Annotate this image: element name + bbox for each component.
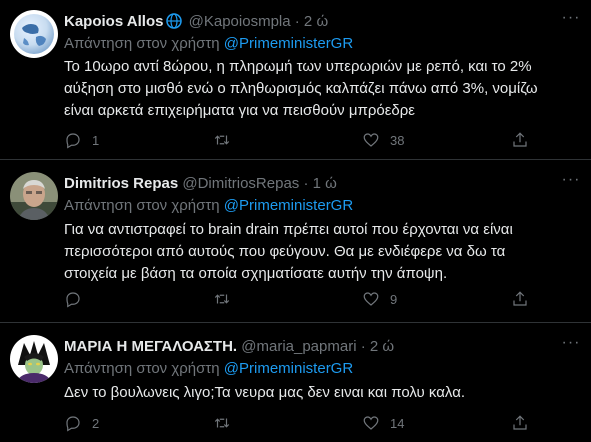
heart-icon xyxy=(363,416,379,430)
tweet-text-line: Δεν το βουλωνεις λιγο;Τα νευρα μας δεν ε… xyxy=(64,384,466,401)
author-handle[interactable]: @DimitriosRepas xyxy=(182,175,299,192)
reply-count: 2 xyxy=(92,415,100,431)
tweet[interactable]: Dimitrios Repas @DimitriosRepas · 1 ώ ··… xyxy=(0,160,591,323)
like-button[interactable]: 14 xyxy=(362,413,472,433)
tweet-text: Για να αντιστραφεί το brain drain πρέπει… xyxy=(64,219,579,285)
reply-bubble-icon xyxy=(66,292,80,308)
action-bar: 2 14 xyxy=(64,413,531,433)
share-icon xyxy=(513,132,527,147)
more-dots-icon[interactable]: ··· xyxy=(561,10,581,32)
share-icon xyxy=(513,415,527,430)
reply-prefix: Απάντηση στον χρήστη xyxy=(64,360,220,377)
author-name[interactable]: ΜΑΡΙΑ Η ΜΕΓΑΛΟΑΣΤΗ. xyxy=(64,338,237,355)
tweet-text-line: περισσότεροι από αυτούς που φεύγουν. Θα … xyxy=(64,243,506,260)
more-dots-icon[interactable]: ··· xyxy=(561,172,581,194)
reply-button[interactable]: 2 xyxy=(64,413,174,433)
author-name[interactable]: Dimitrios Repas xyxy=(64,175,178,192)
reply-button[interactable] xyxy=(64,289,174,309)
reply-mention[interactable]: @PrimeministerGR xyxy=(224,197,353,214)
retweet-icon xyxy=(214,294,230,304)
share-button[interactable] xyxy=(511,413,531,433)
tweet-text: Το 10ωρο αντί 8ώρου, η πληρωμή των υπερω… xyxy=(64,56,579,122)
like-count: 14 xyxy=(390,415,405,431)
tweet-text-line: Για να αντιστραφεί το brain drain πρέπει… xyxy=(64,221,513,238)
like-button[interactable]: 38 xyxy=(362,130,472,150)
reply-context: Απάντηση στον χρήστη @PrimeministerGR xyxy=(64,34,353,54)
reply-mention[interactable]: @PrimeministerGR xyxy=(224,35,353,52)
reply-context: Απάντηση στον χρήστη @PrimeministerGR xyxy=(64,359,353,379)
share-icon xyxy=(513,291,527,306)
tweet[interactable]: ΜΑΡΙΑ Η ΜΕΓΑΛΟΑΣΤΗ. @maria_papmari · 2 ώ… xyxy=(0,323,591,442)
timestamp[interactable]: · 2 ώ xyxy=(361,338,394,355)
avatar[interactable] xyxy=(10,10,58,58)
author-handle[interactable]: @Kapoiosmpla xyxy=(189,13,291,30)
author-name[interactable]: Kapoios Allos xyxy=(64,13,163,30)
like-count: 9 xyxy=(390,291,398,307)
retweet-icon xyxy=(214,418,230,428)
globe-badge-icon xyxy=(166,13,183,35)
reply-bubble-icon xyxy=(66,416,80,432)
heart-icon xyxy=(363,292,379,306)
retweet-button[interactable] xyxy=(213,413,323,433)
tweet-text-line: στοιχεία με βάση τα οποία σχηματίσατε αυ… xyxy=(64,265,448,282)
action-bar: 1 38 xyxy=(64,130,531,150)
reply-prefix: Απάντηση στον χρήστη xyxy=(64,197,220,214)
reply-mention[interactable]: @PrimeministerGR xyxy=(224,360,353,377)
more-dots-icon[interactable]: ··· xyxy=(561,335,581,357)
share-button[interactable] xyxy=(511,289,531,309)
like-button[interactable]: 9 xyxy=(362,289,472,309)
avatar[interactable] xyxy=(10,335,58,383)
tweet-text-line: αύξηση στο μισθό ενώ ο πληθωρισμός καλπά… xyxy=(64,80,538,97)
tweet[interactable]: Kapoios Allos @Kapoiosmpla · 2 ώ ··· Απά… xyxy=(0,0,591,160)
tweet-text-line: είναι αρκετά επιχειρήματα για να πεισθού… xyxy=(64,102,415,119)
reply-prefix: Απάντηση στον χρήστη xyxy=(64,35,220,52)
reply-context: Απάντηση στον χρήστη @PrimeministerGR xyxy=(64,196,353,216)
retweet-button[interactable] xyxy=(213,289,323,309)
share-button[interactable] xyxy=(511,130,531,150)
heart-icon xyxy=(363,133,379,147)
reply-count: 1 xyxy=(92,132,100,148)
tweet-text: Δεν το βουλωνεις λιγο;Τα νευρα μας δεν ε… xyxy=(64,382,579,404)
author-handle[interactable]: @maria_papmari xyxy=(241,338,356,355)
reply-bubble-icon xyxy=(66,133,80,149)
action-bar: 9 xyxy=(64,289,531,309)
like-count: 38 xyxy=(390,132,405,148)
timestamp[interactable]: · 1 ώ xyxy=(303,175,336,192)
retweet-button[interactable] xyxy=(213,130,323,150)
avatar[interactable] xyxy=(10,172,58,220)
retweet-icon xyxy=(214,135,230,145)
reply-button[interactable]: 1 xyxy=(64,130,174,150)
timestamp[interactable]: · 2 ώ xyxy=(295,13,328,30)
tweet-text-line: Το 10ωρο αντί 8ώρου, η πληρωμή των υπερω… xyxy=(64,58,532,75)
